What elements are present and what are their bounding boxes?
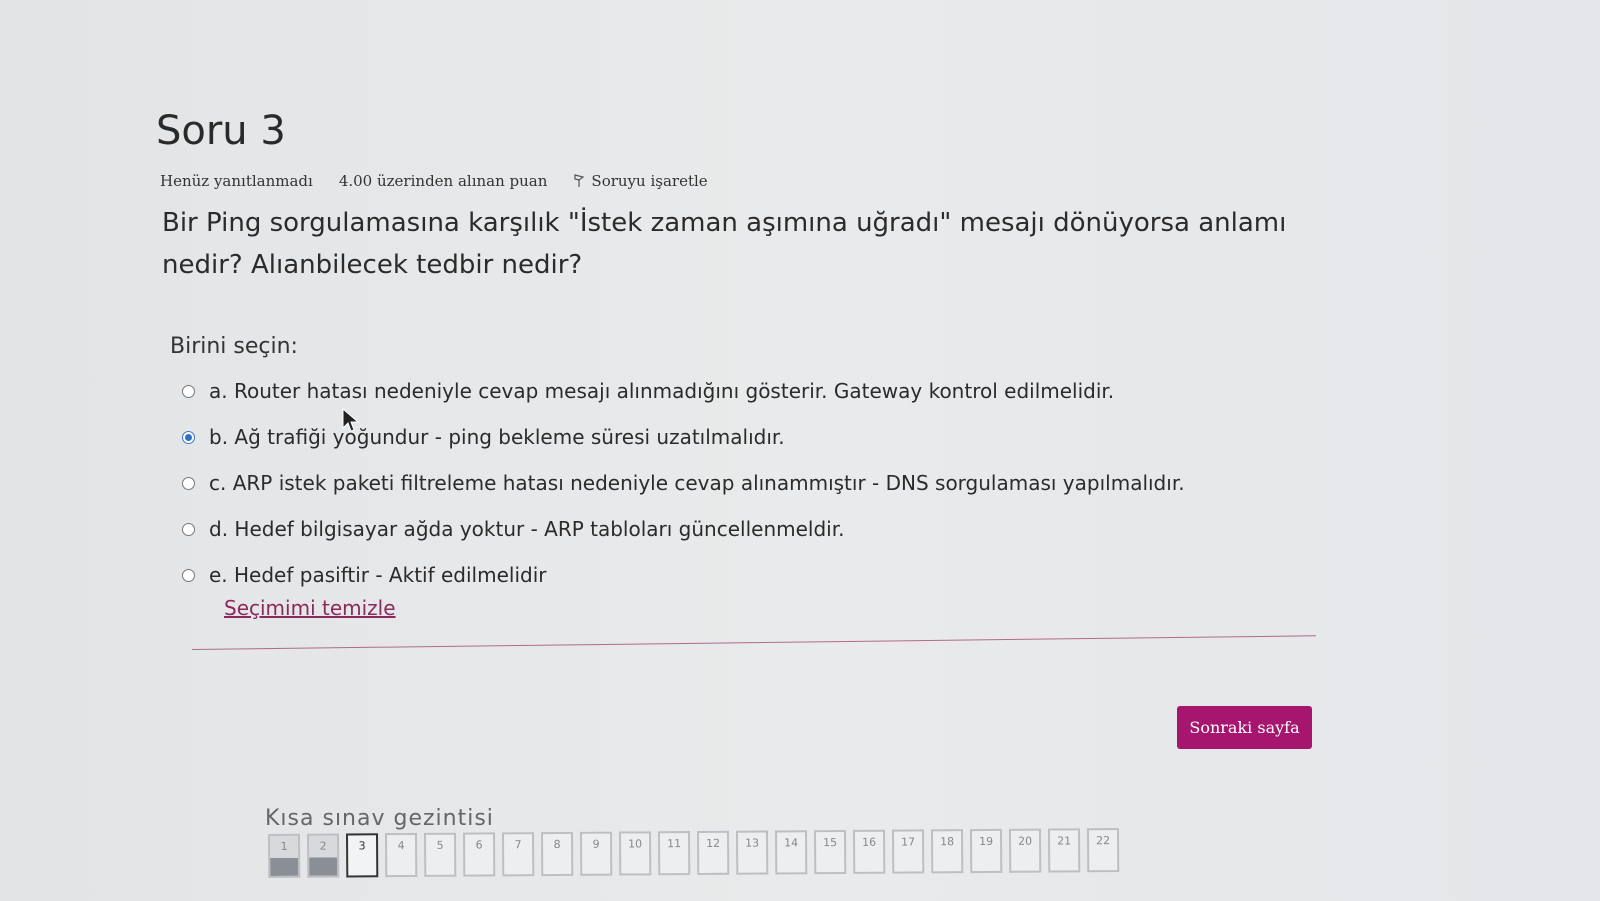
quiz-navigation-grid: 1 2 3 4 5 6 7 8 9 10 11 12 13 14 15 16 17 18 19 20 21 22 <box>268 828 1126 878</box>
quiz-nav-item-14[interactable]: 14 <box>774 830 808 875</box>
radio-d[interactable] <box>182 522 195 536</box>
answer-option-e[interactable]: e. Hedef pasiftir - Aktif edilmelidir <box>182 552 1185 598</box>
quiz-nav-item-13[interactable]: 13 <box>735 830 769 875</box>
answer-option-b[interactable]: b. Ağ trafiği yoğundur - ping bekleme sü… <box>182 414 1185 460</box>
quiz-navigation-title: Kısa sınav gezintisi <box>265 806 494 831</box>
quiz-nav-item-20[interactable]: 20 <box>1008 828 1042 873</box>
question-status: Henüz yanıtlanmadı <box>160 172 313 190</box>
quiz-nav-item-18[interactable]: 18 <box>930 829 964 874</box>
quiz-nav-item-10[interactable]: 10 <box>618 831 652 876</box>
question-points: 4.00 üzerinden alınan puan <box>338 172 548 190</box>
radio-a[interactable] <box>182 384 195 398</box>
quiz-nav-item-3[interactable]: 3 <box>345 833 379 878</box>
question-text: Bir Ping sorgulamasına karşılık "İstek z… <box>162 208 1287 280</box>
quiz-nav-item-22[interactable]: 22 <box>1086 828 1120 873</box>
answer-label-d: d. Hedef bilgisayar ağda yoktur - ARP ta… <box>209 517 845 541</box>
flag-question-button[interactable]: Soruyu işaretle <box>573 172 733 190</box>
quiz-nav-item-16[interactable]: 16 <box>852 829 886 874</box>
question-title: Soru 3 <box>156 108 286 154</box>
answer-option-a[interactable]: a. Router hatası nedeniyle cevap mesajı … <box>182 368 1185 414</box>
mouse-cursor-icon <box>342 408 360 432</box>
quiz-nav-item-21[interactable]: 21 <box>1047 828 1081 873</box>
divider <box>191 635 1316 650</box>
flag-label: Soruyu işaretle <box>591 172 708 190</box>
quiz-nav-item-5[interactable]: 5 <box>423 832 457 877</box>
flag-icon <box>574 174 585 187</box>
quiz-nav-item-7[interactable]: 7 <box>501 832 535 877</box>
answer-label-b: b. Ağ trafiği yoğundur - ping bekleme sü… <box>209 425 785 449</box>
radio-c[interactable] <box>182 476 195 490</box>
quiz-nav-item-6[interactable]: 6 <box>462 832 496 877</box>
answer-label-a: a. Router hatası nedeniyle cevap mesajı … <box>209 379 1115 403</box>
clear-selection-link[interactable]: Seçimimi temizle <box>224 596 396 620</box>
quiz-nav-item-1[interactable]: 1 <box>268 833 301 878</box>
quiz-nav-item-15[interactable]: 15 <box>813 829 847 875</box>
answer-option-d[interactable]: d. Hedef bilgisayar ağda yoktur - ARP ta… <box>182 506 1185 552</box>
quiz-nav-item-12[interactable]: 12 <box>696 830 730 876</box>
answer-label-e: e. Hedef pasiftir - Aktif edilmelidir <box>209 563 547 587</box>
answer-prompt: Birini seçin: <box>170 334 298 359</box>
quiz-nav-item-17[interactable]: 17 <box>891 829 925 874</box>
quiz-nav-item-9[interactable]: 9 <box>579 831 613 876</box>
answer-label-c: c. ARP istek paketi filtreleme hatası ne… <box>209 471 1185 495</box>
question-info: Henüz yanıtlanmadı 4.00 üzerinden alınan… <box>160 172 760 190</box>
quiz-nav-item-4[interactable]: 4 <box>384 832 418 878</box>
answer-option-c[interactable]: c. ARP istek paketi filtreleme hatası ne… <box>182 460 1185 506</box>
answer-list: a. Router hatası nedeniyle cevap mesajı … <box>182 368 1185 598</box>
quiz-nav-item-8[interactable]: 8 <box>540 831 574 877</box>
next-page-button[interactable]: Sonraki sayfa <box>1177 706 1312 749</box>
radio-e[interactable] <box>182 568 195 582</box>
quiz-nav-item-11[interactable]: 11 <box>657 831 691 876</box>
quiz-nav-item-2[interactable]: 2 <box>306 833 340 878</box>
quiz-nav-item-19[interactable]: 19 <box>969 828 1003 874</box>
radio-b[interactable] <box>182 430 195 444</box>
